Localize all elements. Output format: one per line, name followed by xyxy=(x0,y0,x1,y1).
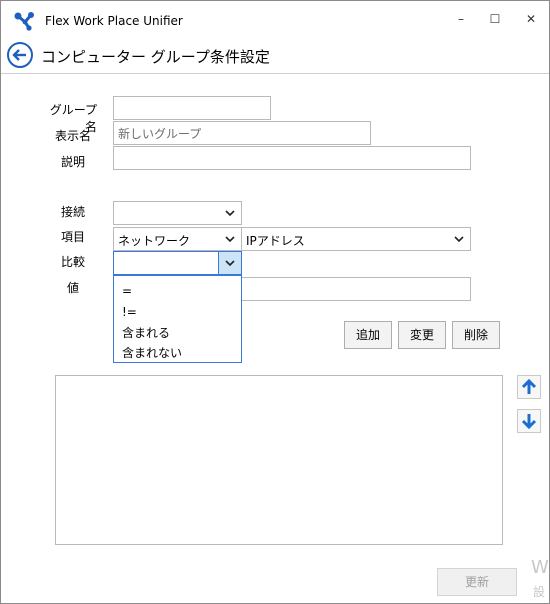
connection-select[interactable] xyxy=(113,201,242,225)
item-value: ネットワーク xyxy=(118,234,191,248)
item-label: 項目 xyxy=(60,230,85,244)
move-down-button[interactable] xyxy=(517,409,541,433)
arrow-up-icon xyxy=(521,378,537,394)
app-window: Flex Work Place Unifier – ☐ ✕ コンピューター グル… xyxy=(0,0,550,604)
item-sub-select[interactable]: IPアドレス xyxy=(241,227,471,251)
close-icon: ✕ xyxy=(525,12,537,26)
watermark-subtext: 設 xyxy=(533,585,546,599)
move-up-button[interactable] xyxy=(517,375,541,399)
maximize-button[interactable]: ☐ xyxy=(481,9,509,29)
app-title: Flex Work Place Unifier xyxy=(45,14,183,28)
back-button[interactable] xyxy=(7,42,33,68)
app-logo-icon xyxy=(14,12,34,31)
description-label: 説明 xyxy=(60,155,85,169)
dropdown-option-not-contains[interactable]: 含まれない xyxy=(122,344,182,361)
arrow-down-icon xyxy=(521,414,537,430)
compare-dropdown-list: = != 含まれる 含まれない xyxy=(113,275,242,363)
value-field[interactable] xyxy=(241,277,471,301)
conditions-list[interactable] xyxy=(55,375,503,545)
chevron-down-icon xyxy=(225,210,235,217)
maximize-icon: ☐ xyxy=(489,12,501,26)
chevron-down-icon xyxy=(225,260,235,267)
description-field[interactable] xyxy=(113,146,471,170)
change-button[interactable]: 変更 xyxy=(398,321,446,349)
dropdown-option-equal[interactable]: = xyxy=(122,284,132,298)
add-button[interactable]: 追加 xyxy=(344,321,392,349)
compare-select[interactable] xyxy=(113,251,242,275)
display-name-label: 表示名 xyxy=(54,129,91,143)
chevron-down-icon xyxy=(454,236,464,243)
connection-label: 接続 xyxy=(60,205,85,219)
compare-dropdown-toggle[interactable] xyxy=(218,252,241,274)
update-button[interactable]: 更新 xyxy=(437,568,517,596)
chevron-down-icon xyxy=(225,236,235,243)
dropdown-option-not-equal[interactable]: != xyxy=(122,305,137,319)
item-select[interactable]: ネットワーク xyxy=(113,227,242,251)
title-bar: Flex Work Place Unifier – ☐ ✕ xyxy=(1,1,549,39)
minimize-icon: – xyxy=(458,12,464,26)
delete-button[interactable]: 削除 xyxy=(452,321,500,349)
compare-label: 比較 xyxy=(60,255,85,269)
value-label: 値 xyxy=(66,281,79,295)
arrow-left-icon xyxy=(12,49,26,61)
dropdown-option-contains[interactable]: 含まれる xyxy=(122,324,170,341)
close-button[interactable]: ✕ xyxy=(517,9,545,29)
watermark-text: W xyxy=(531,557,549,578)
page-header: コンピューター グループ条件設定 xyxy=(1,39,549,74)
minimize-button[interactable]: – xyxy=(447,9,475,29)
page-title: コンピューター グループ条件設定 xyxy=(41,48,270,66)
display-name-field[interactable]: 新しいグループ xyxy=(113,121,371,145)
item-sub-value: IPアドレス xyxy=(246,234,305,248)
display-name-placeholder: 新しいグループ xyxy=(118,127,202,141)
group-name-field[interactable] xyxy=(113,96,271,120)
